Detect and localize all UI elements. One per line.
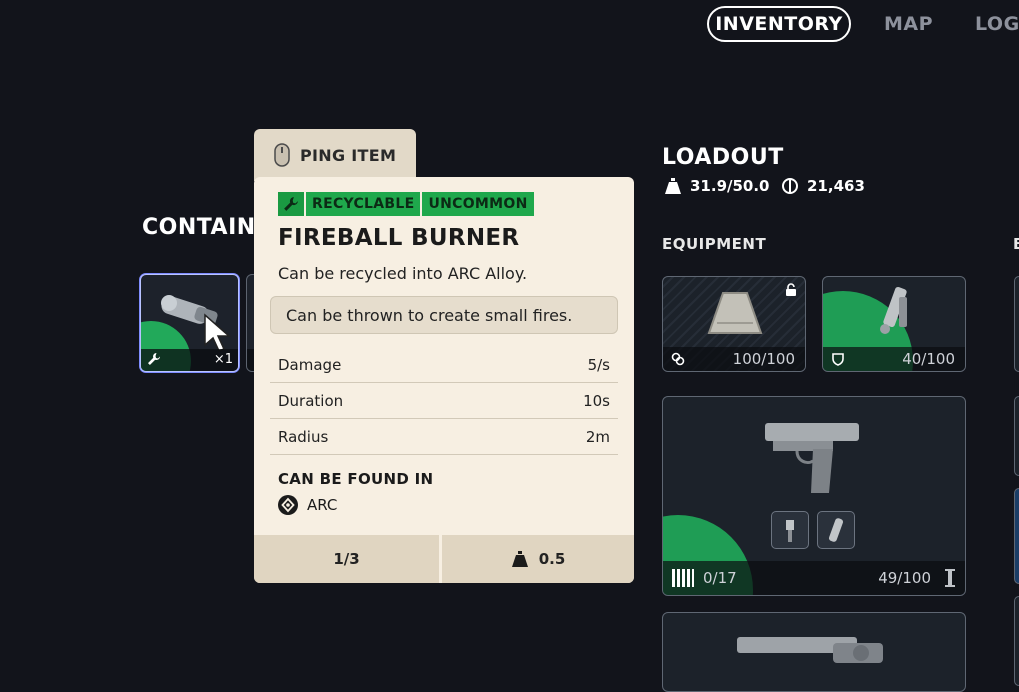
item-weight-text: 0.5 bbox=[538, 550, 566, 568]
weight-icon bbox=[511, 551, 528, 567]
durability-bar-icon bbox=[945, 569, 955, 587]
tag-uncommon: UNCOMMON bbox=[422, 192, 534, 216]
lock-icon bbox=[786, 283, 796, 296]
stats-list: Damage 5/s Duration 10s Radius 2m bbox=[270, 347, 618, 455]
weapon-ammo: 0/17 bbox=[703, 569, 737, 587]
stack-size: 1/3 bbox=[254, 535, 442, 583]
ammo-icon bbox=[672, 569, 694, 587]
item-tooltip: RECYCLABLE UNCOMMON FIREBALL BURNER Can … bbox=[254, 177, 634, 583]
edge-slot-2[interactable] bbox=[1014, 396, 1019, 476]
container-title: CONTAINI bbox=[142, 215, 265, 240]
coin-icon bbox=[782, 178, 798, 194]
shield-item-image bbox=[880, 286, 907, 334]
stat-row-duration: Duration 10s bbox=[270, 383, 618, 419]
shield-icon bbox=[832, 353, 844, 366]
wrench-icon bbox=[148, 353, 160, 365]
stat-row-radius: Radius 2m bbox=[270, 419, 618, 455]
mouse-cursor-icon bbox=[204, 313, 231, 352]
equipment-weapon-slot-1[interactable]: 0/17 49/100 bbox=[662, 396, 966, 596]
stat-label: Radius bbox=[278, 427, 329, 446]
shield-durability: 40/100 bbox=[902, 350, 955, 368]
edge-slot-3[interactable] bbox=[1014, 488, 1019, 584]
augment-info-bar: 100/100 bbox=[663, 347, 805, 371]
ammo-readout: 0/17 bbox=[671, 567, 737, 589]
stack-size-text: 1/3 bbox=[333, 550, 360, 568]
edge-slot-4[interactable] bbox=[1014, 596, 1019, 686]
loadout-coins: 21,463 bbox=[781, 177, 865, 195]
loadout-weight-text: 31.9/50.0 bbox=[690, 177, 770, 195]
mouse-icon bbox=[274, 143, 290, 167]
stat-label: Damage bbox=[278, 355, 342, 374]
loadout-title: LOADOUT bbox=[662, 145, 784, 170]
found-in-title: CAN BE FOUND IN bbox=[278, 470, 434, 488]
item-tags: RECYCLABLE UNCOMMON bbox=[278, 192, 534, 216]
ping-item-label: PING ITEM bbox=[300, 145, 397, 165]
arc-icon bbox=[278, 495, 298, 515]
item-name: FIREBALL BURNER bbox=[278, 225, 520, 251]
tab-inventory-label: INVENTORY bbox=[715, 13, 843, 35]
tab-inventory[interactable]: INVENTORY bbox=[707, 6, 851, 42]
wrench-icon bbox=[278, 192, 304, 216]
durability-readout: 49/100 bbox=[878, 568, 955, 588]
item-description: Can be thrown to create small fires. bbox=[270, 296, 618, 334]
stat-value: 2m bbox=[585, 427, 610, 446]
weapon-info-bar: 0/17 49/100 bbox=[663, 561, 965, 595]
stat-value: 10s bbox=[583, 391, 610, 410]
augment-icon bbox=[671, 352, 685, 366]
edge-slot-1[interactable] bbox=[1014, 276, 1019, 372]
slot-count: ×1 bbox=[213, 352, 233, 367]
recycle-text: Can be recycled into ARC Alloy. bbox=[278, 264, 528, 283]
equipment-augment-slot[interactable]: 100/100 bbox=[662, 276, 806, 372]
tab-map-label: MAP bbox=[884, 13, 934, 35]
tab-logi-label: LOGI bbox=[975, 13, 1019, 35]
ping-item-tab[interactable]: PING ITEM bbox=[254, 129, 416, 181]
loadout-weight: 31.9/50.0 bbox=[664, 177, 770, 195]
next-column-title: B bbox=[1013, 235, 1019, 253]
item-weight: 0.5 bbox=[442, 535, 634, 583]
rifle-image bbox=[737, 637, 883, 663]
equipment-title: EQUIPMENT bbox=[662, 235, 767, 253]
equipment-weapon-slot-2[interactable] bbox=[662, 612, 966, 692]
tab-map[interactable]: MAP bbox=[884, 6, 933, 42]
found-in-location: ARC bbox=[278, 495, 337, 515]
stat-value: 5/s bbox=[587, 355, 610, 374]
container-slot-fireball-burner[interactable]: ×1 bbox=[140, 274, 239, 372]
tab-logi[interactable]: LOGI bbox=[975, 6, 1019, 42]
pistol-image bbox=[765, 423, 859, 493]
augment-image bbox=[707, 292, 763, 334]
weapon-mod-slot-2[interactable] bbox=[817, 511, 855, 549]
stat-row-damage: Damage 5/s bbox=[270, 347, 618, 383]
found-in-text: ARC bbox=[307, 496, 338, 514]
grip-mod-icon bbox=[828, 518, 844, 542]
item-description-text: Can be thrown to create small fires. bbox=[286, 305, 573, 325]
tag-recyclable: RECYCLABLE bbox=[306, 192, 421, 216]
stat-label: Duration bbox=[278, 391, 344, 410]
loadout-coins-text: 21,463 bbox=[807, 177, 865, 195]
weight-icon bbox=[665, 178, 681, 194]
augment-durability: 100/100 bbox=[732, 350, 795, 368]
weapon-mod-slot-1[interactable] bbox=[771, 511, 809, 549]
weapon-durability: 49/100 bbox=[878, 569, 931, 587]
equipment-shield-slot[interactable]: 40/100 bbox=[822, 276, 966, 372]
muzzle-mod-icon bbox=[786, 520, 794, 542]
shield-info-bar: 40/100 bbox=[823, 347, 965, 371]
tooltip-footer: 1/3 0.5 bbox=[254, 535, 634, 583]
